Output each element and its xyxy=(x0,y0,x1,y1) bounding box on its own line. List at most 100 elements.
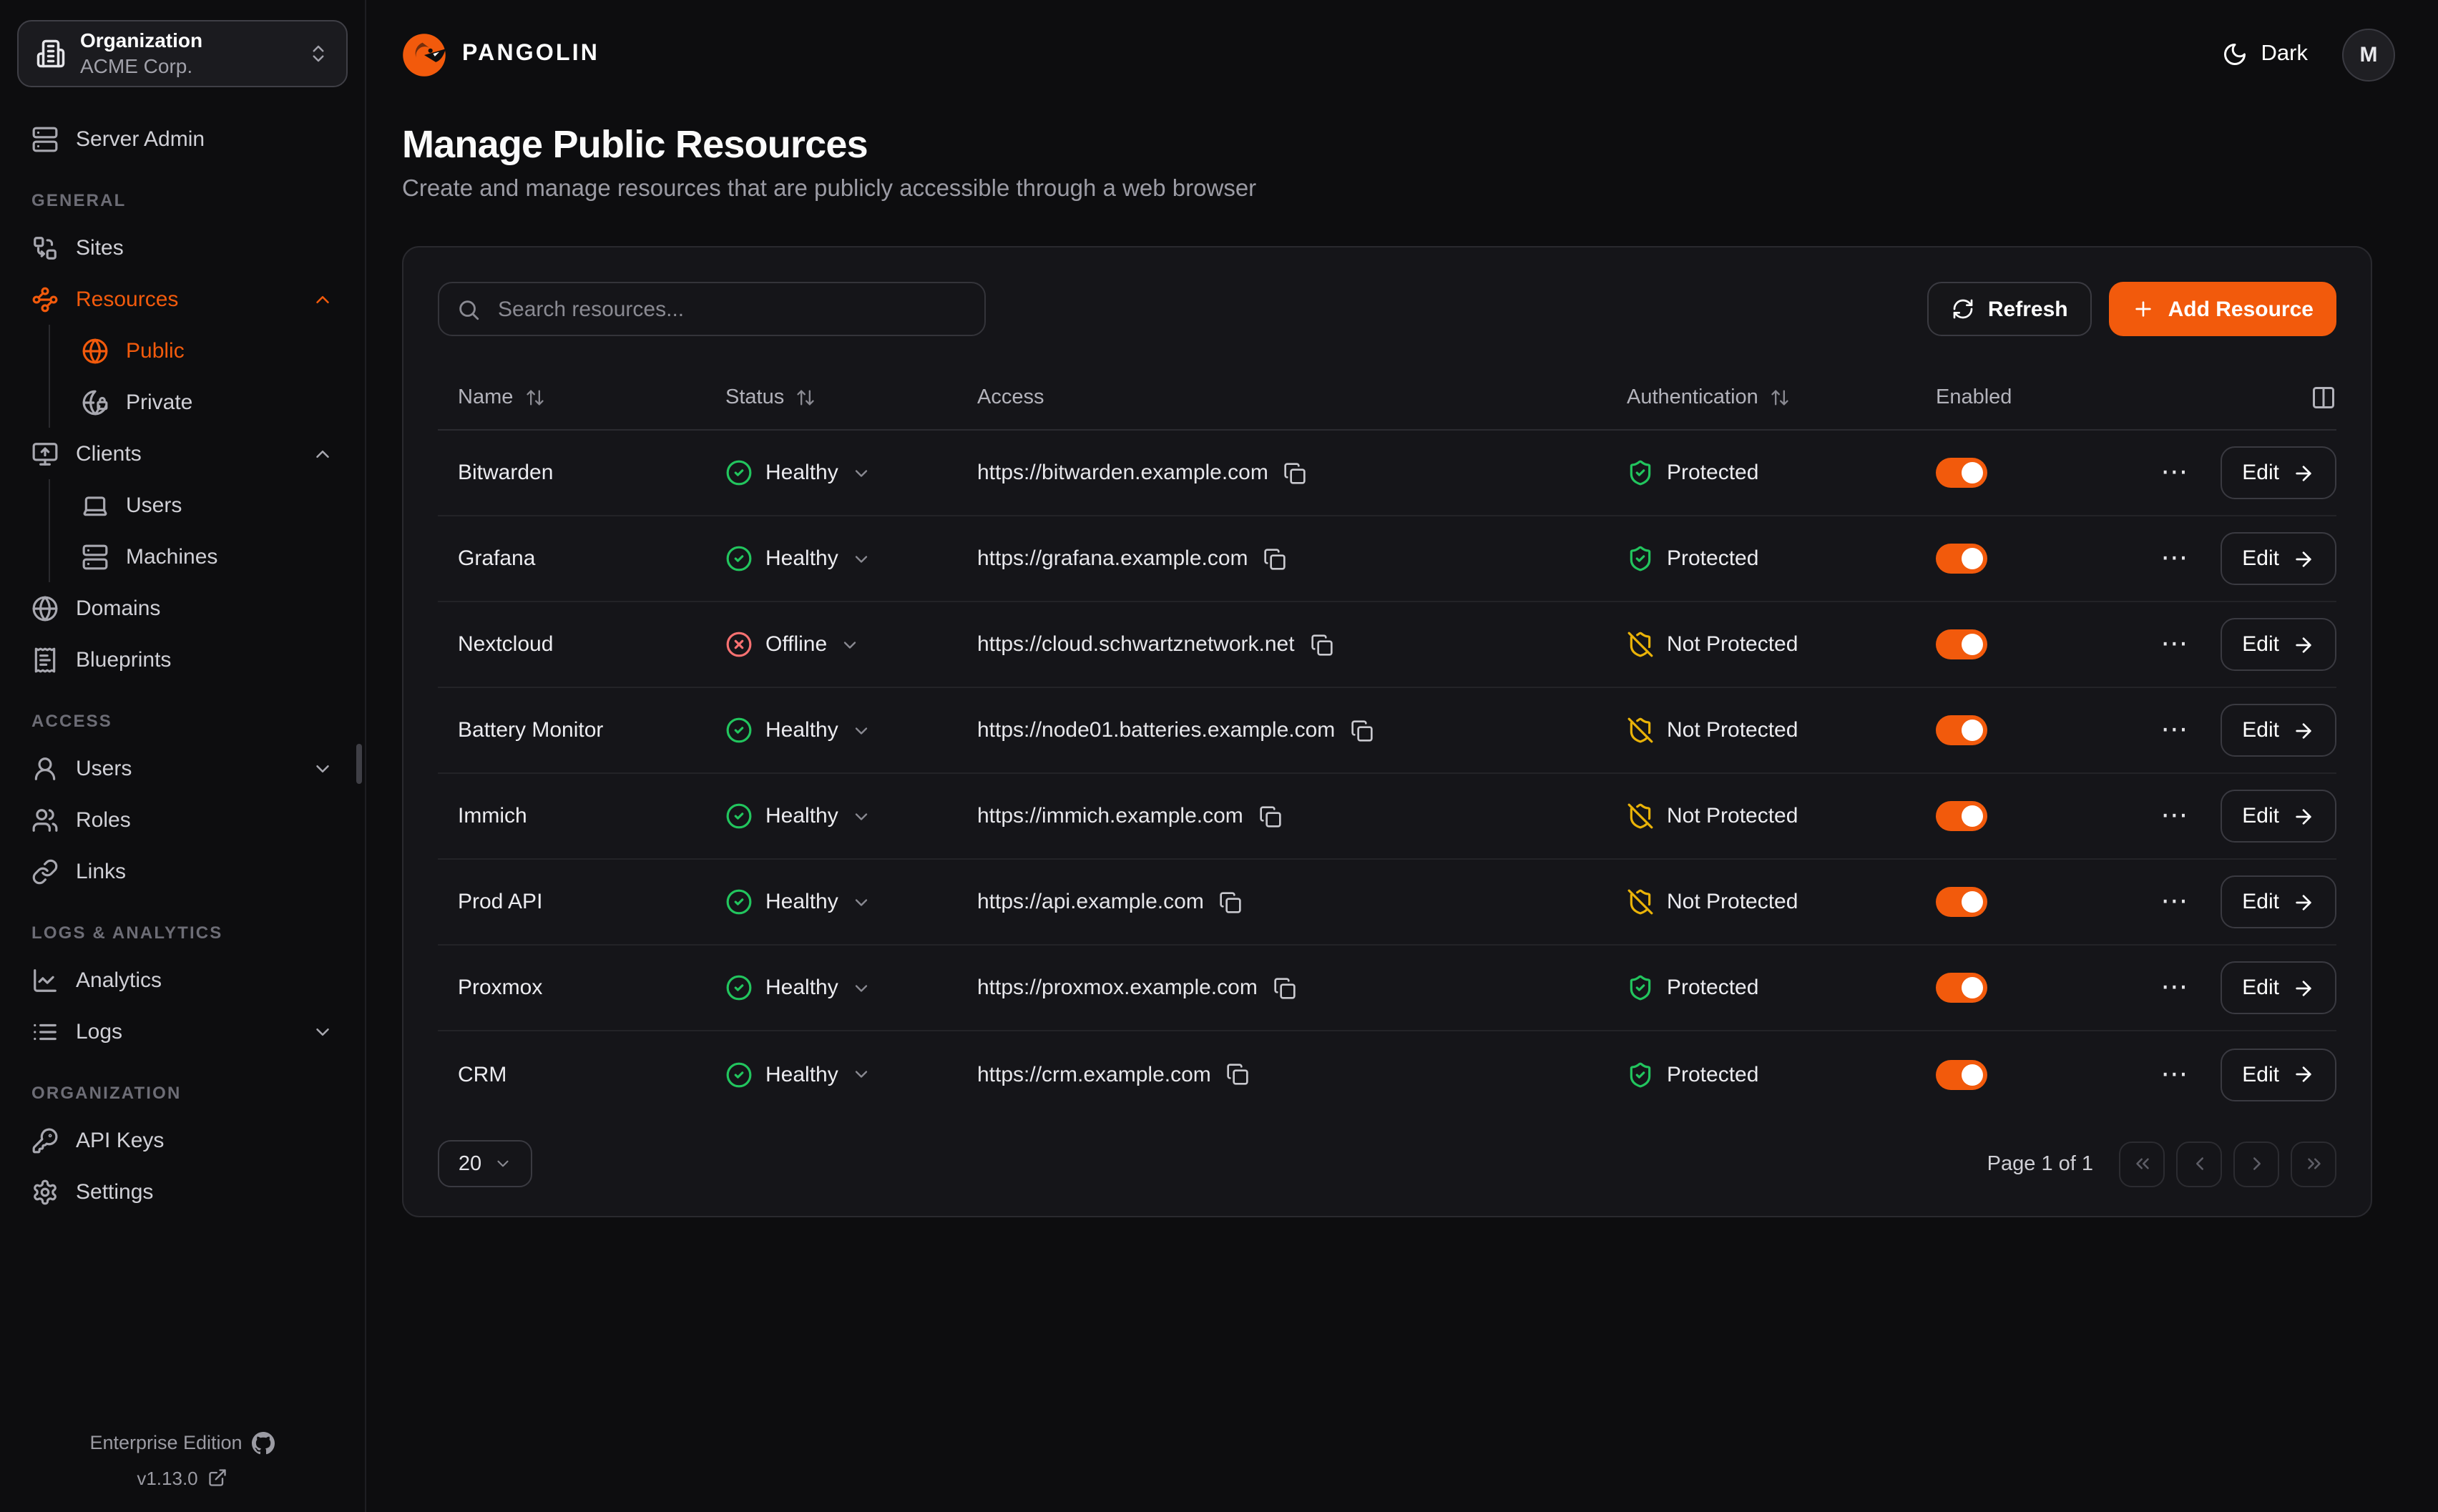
edit-button[interactable]: Edit xyxy=(2221,446,2336,499)
previous-page-button[interactable] xyxy=(2176,1141,2222,1187)
status-dropdown[interactable]: Healthy xyxy=(725,888,871,915)
column-visibility-button[interactable] xyxy=(2311,384,2336,410)
access-cell: https://immich.example.com xyxy=(977,804,1627,828)
edit-button[interactable]: Edit xyxy=(2221,532,2336,585)
copy-url-button[interactable] xyxy=(1259,805,1282,828)
enabled-toggle[interactable] xyxy=(1936,715,1987,745)
status-dropdown[interactable]: Offline xyxy=(725,631,860,658)
org-selector[interactable]: Organization ACME Corp. xyxy=(17,20,348,87)
status-dropdown[interactable]: Healthy xyxy=(725,459,871,486)
copy-url-button[interactable] xyxy=(1273,976,1296,999)
column-header-name[interactable]: Name xyxy=(438,386,725,408)
status-dropdown[interactable]: Healthy xyxy=(725,802,871,830)
row-menu-button[interactable]: ⋯ xyxy=(2160,1061,2189,1088)
last-page-button[interactable] xyxy=(2291,1141,2336,1187)
next-page-button[interactable] xyxy=(2233,1141,2279,1187)
table-row: Grafana Healthy https://grafana.example.… xyxy=(438,516,2336,602)
arrow-right-icon xyxy=(2292,976,2315,999)
github-icon[interactable] xyxy=(253,1433,275,1455)
sidebar-item-blueprints[interactable]: Blueprints xyxy=(17,634,348,685)
row-menu-button[interactable]: ⋯ xyxy=(2160,974,2189,1001)
sidebar-item-machines[interactable]: Machines xyxy=(50,531,348,582)
key-icon xyxy=(31,1126,59,1154)
sidebar-item-analytics[interactable]: Analytics xyxy=(17,954,348,1006)
search-input[interactable] xyxy=(495,295,967,323)
sidebar-item-resources[interactable]: Resources xyxy=(17,273,348,325)
enabled-toggle[interactable] xyxy=(1936,544,1987,574)
resource-url: https://cloud.schwartznetwork.net xyxy=(977,632,1295,657)
row-menu-button[interactable]: ⋯ xyxy=(2160,717,2189,744)
column-header-status[interactable]: Status xyxy=(725,386,977,408)
sidebar-item-domains[interactable]: Domains xyxy=(17,582,348,634)
edit-button[interactable]: Edit xyxy=(2221,704,2336,757)
resource-url: https://bitwarden.example.com xyxy=(977,461,1268,485)
enabled-cell xyxy=(1936,544,2160,574)
brand[interactable]: PANGOLIN xyxy=(402,32,599,77)
copy-url-button[interactable] xyxy=(1284,461,1307,484)
copy-url-button[interactable] xyxy=(1227,1063,1250,1086)
authentication-cell: Protected xyxy=(1627,459,1936,486)
access-cell: https://bitwarden.example.com xyxy=(977,461,1627,485)
edit-button[interactable]: Edit xyxy=(2221,961,2336,1014)
authentication-cell: Not Protected xyxy=(1627,631,1936,658)
sidebar-item-private[interactable]: Private xyxy=(50,376,348,428)
sidebar-item-client-users[interactable]: Users xyxy=(50,479,348,531)
status-dropdown[interactable]: Healthy xyxy=(725,717,871,744)
enabled-toggle[interactable] xyxy=(1936,458,1987,488)
edit-button[interactable]: Edit xyxy=(2221,790,2336,843)
status-dropdown[interactable]: Healthy xyxy=(725,545,871,572)
chevron-right-icon xyxy=(2246,1153,2267,1174)
page-size-select[interactable]: 20 xyxy=(438,1140,532,1187)
section-label-general: GENERAL xyxy=(31,190,333,210)
enabled-toggle[interactable] xyxy=(1936,887,1987,917)
user-avatar[interactable]: M xyxy=(2342,28,2395,81)
sidebar-scrollbar-thumb[interactable] xyxy=(356,744,362,784)
sidebar-item-logs[interactable]: Logs xyxy=(17,1006,348,1057)
sidebar-item-api-keys[interactable]: API Keys xyxy=(17,1114,348,1166)
theme-toggle-button[interactable]: Dark xyxy=(2223,41,2308,67)
column-header-authentication[interactable]: Authentication xyxy=(1627,386,1936,408)
copy-url-button[interactable] xyxy=(1220,890,1243,913)
sidebar-item-sites[interactable]: Sites xyxy=(17,222,348,273)
enabled-toggle[interactable] xyxy=(1936,629,1987,659)
authentication-cell: Not Protected xyxy=(1627,802,1936,830)
copy-url-button[interactable] xyxy=(1264,547,1287,570)
row-menu-button[interactable]: ⋯ xyxy=(2160,545,2189,572)
resources-card: Refresh Add Resource Name Status xyxy=(402,246,2372,1217)
sidebar-item-server-admin[interactable]: Server Admin xyxy=(17,113,348,165)
copy-url-button[interactable] xyxy=(1351,719,1374,742)
edit-button[interactable]: Edit xyxy=(2221,618,2336,671)
status-dropdown[interactable]: Healthy xyxy=(725,1061,871,1088)
row-menu-button[interactable]: ⋯ xyxy=(2160,459,2189,486)
chart-line-icon xyxy=(31,966,59,993)
resource-name: Immich xyxy=(438,804,725,828)
edit-button[interactable]: Edit xyxy=(2221,1048,2336,1101)
row-menu-button[interactable]: ⋯ xyxy=(2160,888,2189,915)
row-menu-button[interactable]: ⋯ xyxy=(2160,802,2189,830)
table-header: Name Status Access Authentication Enable… xyxy=(438,365,2336,431)
circle-check-icon xyxy=(725,974,753,1001)
status-cell: Healthy xyxy=(725,802,977,830)
enabled-toggle[interactable] xyxy=(1936,1059,1987,1089)
sidebar-item-public[interactable]: Public xyxy=(50,325,348,376)
sidebar-item-links[interactable]: Links xyxy=(17,845,348,897)
enabled-toggle[interactable] xyxy=(1936,973,1987,1003)
status-dropdown[interactable]: Healthy xyxy=(725,974,871,1001)
circle-check-icon xyxy=(725,802,753,830)
table-row: Battery Monitor Healthy https://node01.b… xyxy=(438,688,2336,774)
refresh-button[interactable]: Refresh xyxy=(1928,282,2092,336)
copy-url-button[interactable] xyxy=(1311,633,1333,656)
sidebar-item-users[interactable]: Users xyxy=(17,742,348,794)
enabled-toggle[interactable] xyxy=(1936,801,1987,831)
row-menu-button[interactable]: ⋯ xyxy=(2160,631,2189,658)
edit-button[interactable]: Edit xyxy=(2221,875,2336,928)
section-label-organization: ORGANIZATION xyxy=(31,1083,333,1103)
add-resource-button[interactable]: Add Resource xyxy=(2110,282,2336,336)
sidebar-item-settings[interactable]: Settings xyxy=(17,1166,348,1217)
sidebar-item-roles[interactable]: Roles xyxy=(17,794,348,845)
shield-check-icon xyxy=(1627,974,1654,1001)
sidebar-item-clients[interactable]: Clients xyxy=(17,428,348,479)
resource-url: https://node01.batteries.example.com xyxy=(977,718,1335,742)
external-link-icon[interactable] xyxy=(208,1468,228,1488)
first-page-button[interactable] xyxy=(2119,1141,2165,1187)
